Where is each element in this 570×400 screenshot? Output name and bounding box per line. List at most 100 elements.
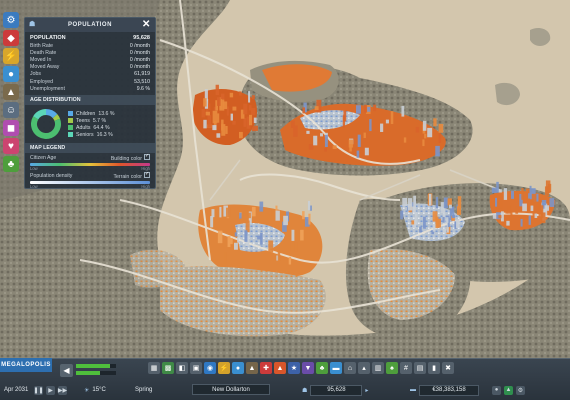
building bbox=[244, 230, 248, 242]
building bbox=[316, 99, 322, 113]
gear-icon[interactable]: ⚙ bbox=[3, 12, 19, 28]
rocket-icon[interactable]: ▴ bbox=[358, 362, 370, 374]
building bbox=[238, 131, 243, 139]
population-display[interactable]: ☗ 95,628 ▸ bbox=[302, 384, 368, 396]
building bbox=[237, 237, 240, 243]
trash-icon[interactable]: ▲ bbox=[246, 362, 258, 374]
chart-icon[interactable]: ▮ bbox=[428, 362, 440, 374]
tree-icon[interactable]: ♠ bbox=[386, 362, 398, 374]
building bbox=[447, 198, 452, 206]
road-icon[interactable]: ▦ bbox=[148, 362, 160, 374]
building bbox=[547, 183, 552, 193]
grid-icon[interactable]: # bbox=[400, 362, 412, 374]
landmark-icon[interactable]: ⌂ bbox=[344, 362, 356, 374]
population-summary: POPULATION 95,628 bbox=[25, 32, 155, 42]
age-item-adults: Adults 64.4 % bbox=[68, 124, 114, 131]
bulldoze-icon[interactable]: ✖ bbox=[442, 362, 454, 374]
building-icon[interactable]: ▣ bbox=[190, 362, 202, 374]
building bbox=[415, 126, 420, 133]
building bbox=[367, 106, 371, 112]
money-display[interactable]: ▬ €38,383,158 bbox=[410, 384, 479, 396]
droplet-icon[interactable]: ● bbox=[232, 362, 244, 374]
building bbox=[291, 229, 295, 241]
police-icon[interactable]: ★ bbox=[288, 362, 300, 374]
building bbox=[211, 209, 215, 218]
info-row: Apr 2031 ❚❚ ▶ ▶▶ ☀ 15°C Spring New Dolla… bbox=[0, 384, 570, 396]
city-name-field[interactable]: New Dollarton bbox=[192, 384, 270, 395]
building bbox=[407, 198, 413, 211]
fire-icon[interactable]: ▲ bbox=[274, 362, 286, 374]
area-icon[interactable]: ◧ bbox=[176, 362, 188, 374]
fast-forward-button[interactable]: ▶▶ bbox=[58, 385, 67, 395]
play-button[interactable]: ▶ bbox=[46, 385, 55, 395]
building bbox=[510, 204, 513, 217]
factory-icon[interactable]: ▥ bbox=[372, 362, 384, 374]
building bbox=[300, 229, 304, 241]
age-donut-chart bbox=[31, 109, 61, 140]
heart-icon[interactable]: ♥ bbox=[3, 138, 19, 154]
building bbox=[234, 242, 238, 250]
speaker-icon[interactable]: ◀ bbox=[60, 364, 73, 377]
building bbox=[248, 91, 251, 103]
water-icon[interactable]: ● bbox=[3, 66, 19, 82]
building bbox=[230, 113, 233, 121]
date-display: Apr 2031 bbox=[4, 384, 28, 396]
pin-icon[interactable]: ◆ bbox=[3, 30, 19, 46]
age-item-seniors: Seniors 16.3 % bbox=[68, 131, 114, 138]
building bbox=[226, 207, 231, 218]
education-icon[interactable]: ▼ bbox=[302, 362, 314, 374]
stat-row: Moved Away 0 /month bbox=[30, 64, 150, 71]
transit-icon[interactable]: ▬ bbox=[330, 362, 342, 374]
building bbox=[498, 200, 503, 209]
people-icon[interactable]: ☺ bbox=[3, 102, 19, 118]
swatch bbox=[68, 118, 73, 124]
power-icon[interactable]: ⚡ bbox=[218, 362, 230, 374]
building bbox=[243, 210, 249, 216]
age-distribution-header: AGE DISTRIBUTION bbox=[25, 95, 155, 106]
building bbox=[424, 133, 427, 139]
building bbox=[401, 105, 405, 117]
building bbox=[306, 130, 310, 134]
age-item-teens: Teens 5.7 % bbox=[68, 117, 114, 124]
building bbox=[324, 148, 327, 152]
warning-icon[interactable]: ▲ bbox=[504, 385, 513, 395]
terrain-color-checkbox[interactable] bbox=[144, 171, 150, 179]
population-panel: ☗ POPULATION ✕ POPULATION 95,628 Birth R… bbox=[24, 17, 156, 189]
building bbox=[203, 98, 207, 107]
building bbox=[216, 97, 221, 106]
building bbox=[400, 210, 404, 220]
building bbox=[506, 220, 510, 226]
age-item-children: Children 13.6 % bbox=[68, 110, 114, 117]
building bbox=[313, 135, 318, 146]
map-legend-header: MAP LEGEND bbox=[25, 143, 155, 154]
notification-icon[interactable]: ● bbox=[492, 385, 501, 395]
park-icon[interactable]: ♣ bbox=[316, 362, 328, 374]
map-icon[interactable]: ▤ bbox=[414, 362, 426, 374]
settings-icon[interactable]: ⚙ bbox=[516, 385, 525, 395]
milestone-label[interactable]: MEGALOPOLIS bbox=[0, 358, 52, 372]
building bbox=[520, 218, 523, 227]
temperature: 15°C bbox=[92, 387, 106, 393]
water-icon[interactable]: ◉ bbox=[204, 362, 216, 374]
building bbox=[498, 215, 502, 219]
building-color-checkbox[interactable] bbox=[144, 153, 150, 161]
road-icon[interactable]: ◼ bbox=[3, 120, 19, 136]
building bbox=[259, 201, 264, 212]
close-icon[interactable]: ✕ bbox=[141, 19, 152, 30]
building bbox=[222, 101, 228, 110]
pause-button[interactable]: ❚❚ bbox=[33, 385, 44, 395]
donut-slice-seniors bbox=[33, 109, 47, 120]
building bbox=[239, 212, 242, 219]
building bbox=[530, 205, 534, 212]
tree-icon[interactable]: ♣ bbox=[3, 156, 19, 172]
building bbox=[369, 119, 372, 132]
zone-icon[interactable]: ▩ bbox=[162, 362, 174, 374]
building bbox=[248, 105, 252, 111]
building bbox=[403, 137, 407, 143]
building bbox=[268, 240, 274, 253]
health-icon[interactable]: ✚ bbox=[260, 362, 272, 374]
date-text: Apr 2031 bbox=[4, 387, 29, 393]
city-name: New Dollarton bbox=[212, 386, 250, 393]
trash-icon[interactable]: ▲ bbox=[3, 84, 19, 100]
lightning-icon[interactable]: ⚡ bbox=[3, 48, 19, 64]
